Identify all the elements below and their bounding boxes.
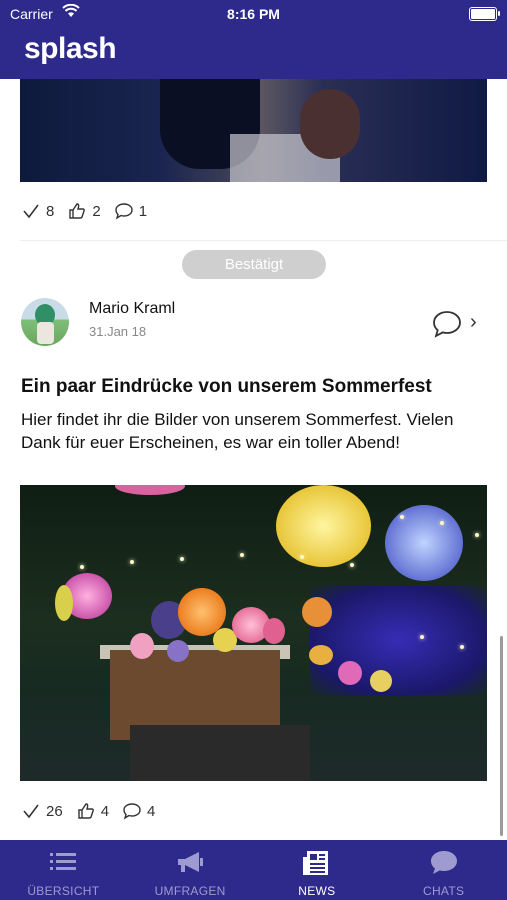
post-date: 31.Jan 18 (89, 324, 147, 339)
app-header: Carrier 8:16 PM splash (0, 0, 507, 79)
post-divider (20, 240, 507, 241)
status-bar: Carrier 8:16 PM (0, 0, 507, 28)
scrollbar[interactable] (500, 636, 503, 836)
like-count: 2 (92, 202, 101, 220)
newspaper-icon (302, 851, 328, 875)
tab-news[interactable]: NEWS (254, 840, 381, 900)
checkmark-icon[interactable] (22, 202, 40, 220)
chevron-right-icon[interactable]: › (470, 311, 477, 334)
comment-icon[interactable] (432, 309, 462, 339)
thumbs-up-icon[interactable] (68, 202, 86, 220)
tab-label: CHATS (422, 884, 465, 898)
checkmark-icon[interactable] (22, 802, 40, 820)
comment-icon[interactable] (114, 202, 133, 220)
post-stats-previous: 8 2 1 (22, 202, 161, 220)
confirmed-button[interactable]: Bestätigt (182, 250, 326, 279)
comment-count: 1 (138, 202, 148, 220)
confirm-count: 26 (46, 802, 63, 820)
thumbs-up-icon[interactable] (77, 802, 95, 820)
comment-icon[interactable] (123, 802, 141, 820)
post-body: Hier findet ihr die Bilder von unserem S… (21, 410, 454, 452)
tab-chats[interactable]: CHATS (380, 840, 507, 900)
author-name[interactable]: Mario Kraml (89, 300, 175, 318)
status-time: 8:16 PM (227, 6, 280, 22)
app-brand: splash (24, 32, 117, 65)
tab-label: NEWS (298, 884, 336, 898)
confirm-count: 8 (46, 202, 55, 220)
post-title: Ein paar Eindrücke von unserem Sommerfes… (21, 376, 432, 397)
list-icon (50, 853, 77, 870)
post-image-sommerfest[interactable] (20, 485, 487, 781)
tab-bar: ÜBERSICHT UMFRAGEN NEWS CHATS (0, 840, 507, 900)
author-avatar[interactable] (21, 298, 69, 346)
chat-bubble-icon (430, 851, 457, 874)
tab-label: UMFRAGEN (154, 884, 226, 898)
like-count: 4 (100, 802, 110, 820)
tab-umfragen[interactable]: UMFRAGEN (127, 840, 254, 900)
post-stats: 26 4 4 (22, 802, 169, 820)
megaphone-icon (178, 852, 204, 872)
tab-label: ÜBERSICHT (27, 884, 100, 898)
tab-uebersicht[interactable]: ÜBERSICHT (0, 840, 127, 900)
post-image-previous[interactable] (20, 79, 487, 182)
battery-icon (469, 7, 500, 21)
comment-count: 4 (147, 802, 156, 820)
